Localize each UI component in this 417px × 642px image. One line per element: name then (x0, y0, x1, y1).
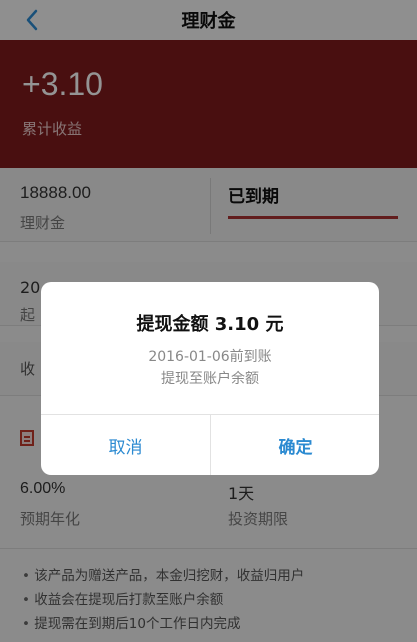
confirm-button[interactable]: 确定 (211, 415, 379, 475)
dialog-title: 提现金额 3.10 元 (136, 314, 284, 335)
destination-text: 提现至账户余额 (161, 371, 259, 387)
arrival-date-text: 2016-01-06前到账 (148, 349, 272, 365)
cancel-button[interactable]: 取消 (41, 415, 210, 475)
withdraw-dialog: 提现金额 3.10 元 2016-01-06前到账 提现至账户余额 取消 确定 (41, 282, 379, 475)
